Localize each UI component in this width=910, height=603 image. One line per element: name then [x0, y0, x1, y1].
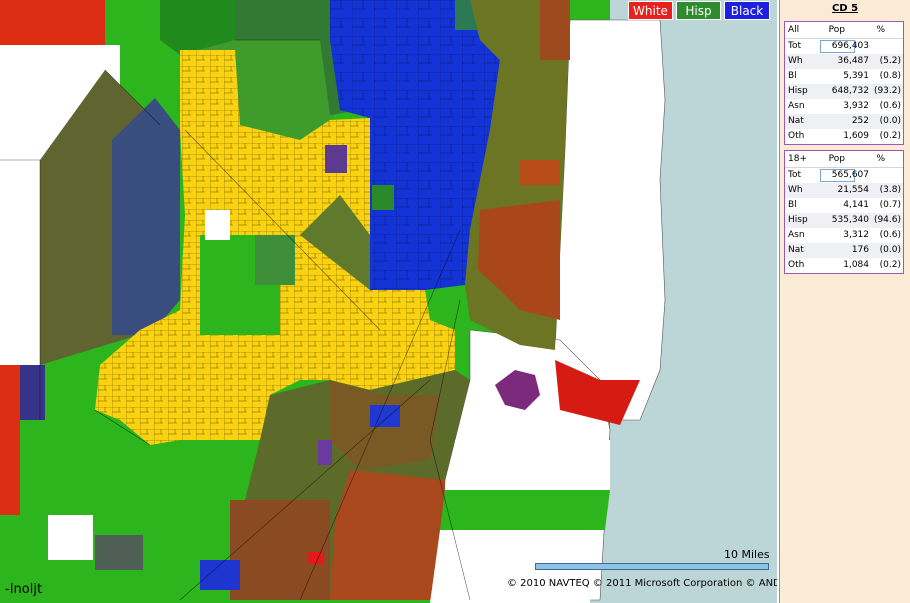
- table-row: Bl 5,391 (0.8): [785, 69, 903, 84]
- tract-empty-s: [455, 440, 610, 490]
- stats-all-header: All Pop %: [785, 22, 903, 39]
- header-label: All: [788, 25, 800, 35]
- row-pop: 535,340: [831, 215, 869, 225]
- table-row: Wh 36,487 (5.2): [785, 54, 903, 69]
- row-label: Wh: [788, 185, 803, 195]
- row-label: Tot: [788, 170, 802, 180]
- map-view[interactable]: White Hisp Black 10 Miles © 2010 NAVTEQ …: [0, 0, 777, 603]
- row-pct: (0.6): [879, 230, 901, 240]
- row-pct: (0.0): [879, 245, 901, 255]
- tract-blue-mid: [370, 405, 400, 427]
- row-label: Wh: [788, 56, 803, 66]
- row-label: Hisp: [788, 215, 808, 225]
- tract-green-s: [440, 490, 610, 530]
- map-attribution: © 2010 NAVTEQ © 2011 Microsoft Corporati…: [507, 578, 777, 589]
- row-pop: 176: [851, 245, 869, 255]
- table-row: Tot 696,403: [785, 39, 903, 54]
- row-label: Nat: [788, 116, 804, 126]
- header-pop: Pop: [828, 25, 845, 35]
- row-pop: 5,391: [843, 71, 869, 81]
- row-pop: 1,084: [843, 260, 869, 270]
- row-label: Hisp: [788, 86, 808, 96]
- scale-label: 10 Miles: [724, 548, 770, 561]
- row-pop: 565,607: [831, 170, 869, 180]
- tract-white-sw: [0, 365, 20, 515]
- header-pop: Pop: [828, 154, 845, 164]
- tract-green-inset-2: [255, 235, 295, 285]
- row-pop: 21,554: [837, 185, 870, 195]
- row-pct: (93.2): [873, 86, 901, 96]
- table-row: Nat 176 (0.0): [785, 243, 903, 258]
- table-row: Oth 1,609 (0.2): [785, 129, 903, 144]
- tract-grey-sw: [95, 535, 143, 570]
- row-pop: 696,403: [831, 41, 869, 51]
- tract-purple-mid: [318, 440, 332, 465]
- row-label: Nat: [788, 245, 804, 255]
- row-label: Asn: [788, 101, 805, 111]
- tract-brown-s3: [230, 500, 330, 600]
- tract-empty-inset: [205, 210, 230, 240]
- header-label: 18+: [788, 154, 807, 164]
- row-label: Bl: [788, 200, 797, 210]
- tract-empty-sw: [48, 515, 93, 560]
- tract-purple-sw: [20, 365, 45, 420]
- table-row: Oth 1,084 (0.2): [785, 258, 903, 273]
- table-row: Hisp 535,340 (94.6): [785, 213, 903, 228]
- row-pop: 648,732: [831, 86, 869, 96]
- row-pct: (3.8): [879, 185, 901, 195]
- row-pct: (5.2): [879, 56, 901, 66]
- row-pct: (0.6): [879, 101, 901, 111]
- row-pct: (0.2): [879, 131, 901, 141]
- tract-brown-s2: [330, 470, 445, 600]
- legend-white-button[interactable]: White: [628, 1, 673, 20]
- author-credit: -Inoljt: [5, 582, 43, 597]
- tract-purple-inset: [325, 145, 347, 173]
- table-row: Bl 4,141 (0.7): [785, 198, 903, 213]
- row-label: Asn: [788, 230, 805, 240]
- row-pop: 36,487: [837, 56, 870, 66]
- row-pop: 252: [851, 116, 869, 126]
- row-pct: (0.2): [879, 260, 901, 270]
- tract-brown-small: [520, 160, 560, 185]
- legend-hisp-button[interactable]: Hisp: [676, 1, 721, 20]
- row-pop: 1,609: [843, 131, 869, 141]
- table-row: Nat 252 (0.0): [785, 114, 903, 129]
- tract-green-blue: [372, 185, 394, 210]
- row-label: Tot: [788, 41, 802, 51]
- row-pct: (94.6): [873, 215, 901, 225]
- row-pop: 3,932: [843, 101, 869, 111]
- table-row: Tot 565,607: [785, 168, 903, 183]
- row-label: Oth: [788, 260, 805, 270]
- legend-black-button[interactable]: Black: [724, 1, 770, 20]
- precinct-map: [0, 0, 777, 603]
- tract-white-nw: [0, 0, 105, 45]
- row-pop: 3,312: [843, 230, 869, 240]
- header-pct: %: [876, 25, 885, 35]
- header-pct: %: [876, 154, 885, 164]
- scale-bar: [535, 563, 769, 570]
- district-stats-panel: CD 5 All Pop % Tot 696,403 Wh 36,487 (5.…: [779, 0, 910, 603]
- table-row: Hisp 648,732 (93.2): [785, 84, 903, 99]
- tract-white-s: [308, 552, 324, 564]
- tract-empty-w: [0, 160, 40, 365]
- table-row: Asn 3,312 (0.6): [785, 228, 903, 243]
- row-pct: (0.8): [879, 71, 901, 81]
- row-pop: 4,141: [843, 200, 869, 210]
- table-row: Asn 3,932 (0.6): [785, 99, 903, 114]
- stats-adult-header: 18+ Pop %: [785, 151, 903, 168]
- district-title: CD 5: [831, 3, 859, 14]
- tract-brown-ne: [540, 0, 570, 60]
- tract-navy-w: [112, 98, 180, 335]
- row-pct: (0.0): [879, 116, 901, 126]
- row-label: Oth: [788, 131, 805, 141]
- stats-adult-table: 18+ Pop % Tot 565,607 Wh 21,554 (3.8) Bl…: [784, 150, 904, 274]
- row-label: Bl: [788, 71, 797, 81]
- table-row: Wh 21,554 (3.8): [785, 183, 903, 198]
- row-pct: (0.7): [879, 200, 901, 210]
- stats-all-table: All Pop % Tot 696,403 Wh 36,487 (5.2) Bl…: [784, 21, 904, 145]
